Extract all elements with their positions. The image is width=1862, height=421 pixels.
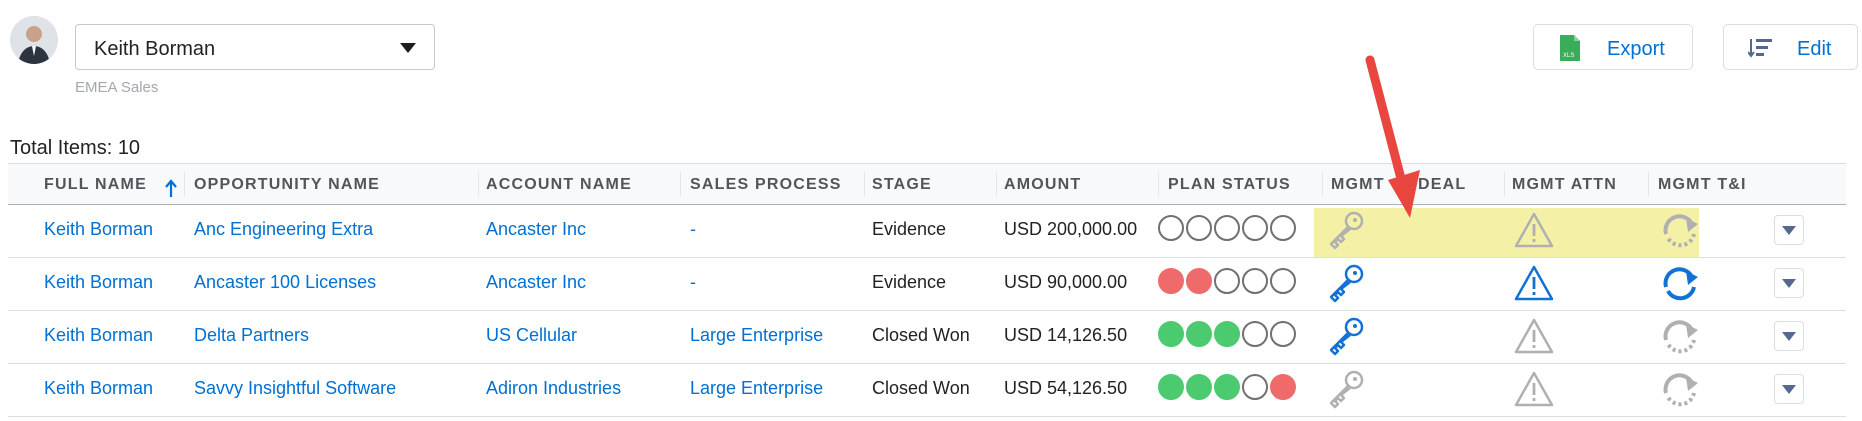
plan-status-dot (1270, 374, 1296, 400)
col-sales-process[interactable]: SALES PROCESS (690, 176, 842, 194)
col-amount[interactable]: AMOUNT (1004, 176, 1081, 194)
account-link[interactable]: US Cellular (486, 325, 577, 346)
plan-status-dot (1242, 321, 1268, 347)
plan-status-dot (1186, 215, 1212, 241)
plan-status-indicator (1158, 374, 1296, 400)
col-full-name[interactable]: FULL NAME (44, 176, 147, 194)
table-header: FULL NAME OPPORTUNITY NAME ACCOUNT NAME … (8, 163, 1846, 205)
opportunity-link[interactable]: Anc Engineering Extra (194, 219, 373, 240)
account-link[interactable]: Adiron Industries (486, 378, 621, 399)
export-button[interactable]: XLS Export (1533, 24, 1693, 70)
sort-asc-icon[interactable] (164, 179, 178, 199)
account-link[interactable]: Ancaster Inc (486, 272, 586, 293)
plan-status-dot (1214, 321, 1240, 347)
amount-value: USD 200,000.00 (1004, 219, 1138, 239)
row-actions-dropdown[interactable] (1774, 268, 1804, 298)
plan-status-dot (1214, 374, 1240, 400)
user-select-value: Keith Borman (94, 38, 216, 60)
stage-value: Closed Won (872, 325, 970, 345)
plan-status-dot (1270, 215, 1296, 241)
key-icon[interactable] (1324, 263, 1368, 303)
col-opportunity-name[interactable]: OPPORTUNITY NAME (194, 176, 380, 194)
table-row[interactable]: Keith Borman Savvy Insightful Software Adi… (8, 363, 1846, 417)
stage-value: Evidence (872, 219, 947, 239)
sales-process-link[interactable]: Large Enterprise (690, 378, 823, 399)
warning-icon[interactable] (1512, 263, 1556, 303)
sales-process-link[interactable]: - (690, 219, 696, 240)
row-actions-dropdown[interactable] (1774, 215, 1804, 245)
refresh-icon[interactable] (1658, 210, 1702, 250)
col-account-name[interactable]: ACCOUNT NAME (486, 176, 632, 194)
plan-status-dot (1242, 374, 1268, 400)
stage-value: Closed Won (872, 378, 970, 398)
col-stage[interactable]: STAGE (872, 176, 932, 194)
plan-status-dot (1214, 215, 1240, 241)
avatar (10, 16, 58, 64)
plan-status-dot (1158, 215, 1184, 241)
sort-list-icon (1748, 39, 1772, 58)
sales-process-link[interactable]: - (690, 272, 696, 293)
plan-status-dot (1270, 268, 1296, 294)
plan-status-dot (1186, 374, 1212, 400)
full-name-link[interactable]: Keith Borman (44, 378, 153, 399)
row-actions-dropdown[interactable] (1774, 321, 1804, 351)
plan-status-dot (1214, 268, 1240, 294)
plan-status-dot (1242, 215, 1268, 241)
chevron-down-icon (400, 43, 416, 53)
plan-status-dot (1158, 268, 1184, 294)
amount-value: USD 14,126.50 (1004, 325, 1128, 345)
annotation-arrow (1365, 55, 1420, 218)
opportunity-link[interactable]: Ancaster 100 Licenses (194, 272, 376, 293)
opportunity-link[interactable]: Delta Partners (194, 325, 309, 346)
total-items: Total Items: 10 (10, 137, 141, 159)
full-name-link[interactable]: Keith Borman (44, 219, 153, 240)
xls-icon: XLS (1560, 35, 1580, 61)
user-select[interactable]: Keith Borman (75, 24, 435, 70)
plan-status-dot (1158, 321, 1184, 347)
key-icon[interactable] (1324, 316, 1368, 356)
svg-text:XLS: XLS (1563, 53, 1574, 59)
plan-status-indicator (1158, 268, 1296, 294)
warning-icon[interactable] (1512, 369, 1556, 409)
col-plan-status[interactable]: PLAN STATUS (1168, 176, 1291, 194)
plan-status-dot (1242, 268, 1268, 294)
plan-status-dot (1158, 374, 1184, 400)
col-mgmt-attn[interactable]: MGMT ATTN (1512, 176, 1617, 194)
stage-value: Evidence (872, 272, 947, 292)
refresh-icon[interactable] (1658, 369, 1702, 409)
key-icon[interactable] (1324, 369, 1368, 409)
warning-icon[interactable] (1512, 316, 1556, 356)
plan-status-indicator (1158, 215, 1296, 241)
sales-process-link[interactable]: Large Enterprise (690, 325, 823, 346)
amount-value: USD 54,126.50 (1004, 378, 1128, 398)
col-mgmt-ti[interactable]: MGMT T&I (1658, 176, 1747, 194)
plan-status-indicator (1158, 321, 1296, 347)
amount-value: USD 90,000.00 (1004, 272, 1128, 292)
full-name-link[interactable]: Keith Borman (44, 325, 153, 346)
table-row[interactable]: Keith Borman Anc Engineering Extra Ancaste… (8, 204, 1846, 258)
warning-icon[interactable] (1512, 210, 1556, 250)
edit-label: Edit (1797, 38, 1832, 60)
plan-status-dot (1186, 321, 1212, 347)
team-label: EMEA Sales (75, 79, 159, 96)
opportunity-link[interactable]: Savvy Insightful Software (194, 378, 396, 399)
table-row[interactable]: Keith Borman Ancaster 100 Licenses Ancaste… (8, 257, 1846, 311)
edit-button[interactable]: Edit (1723, 24, 1858, 70)
refresh-icon[interactable] (1658, 316, 1702, 356)
row-actions-dropdown[interactable] (1774, 374, 1804, 404)
full-name-link[interactable]: Keith Borman (44, 272, 153, 293)
export-label: Export (1607, 38, 1665, 60)
refresh-icon[interactable] (1658, 263, 1702, 303)
account-link[interactable]: Ancaster Inc (486, 219, 586, 240)
table-row[interactable]: Keith Borman Delta Partners US Cellular Lar… (8, 310, 1846, 364)
plan-status-dot (1186, 268, 1212, 294)
plan-status-dot (1270, 321, 1296, 347)
